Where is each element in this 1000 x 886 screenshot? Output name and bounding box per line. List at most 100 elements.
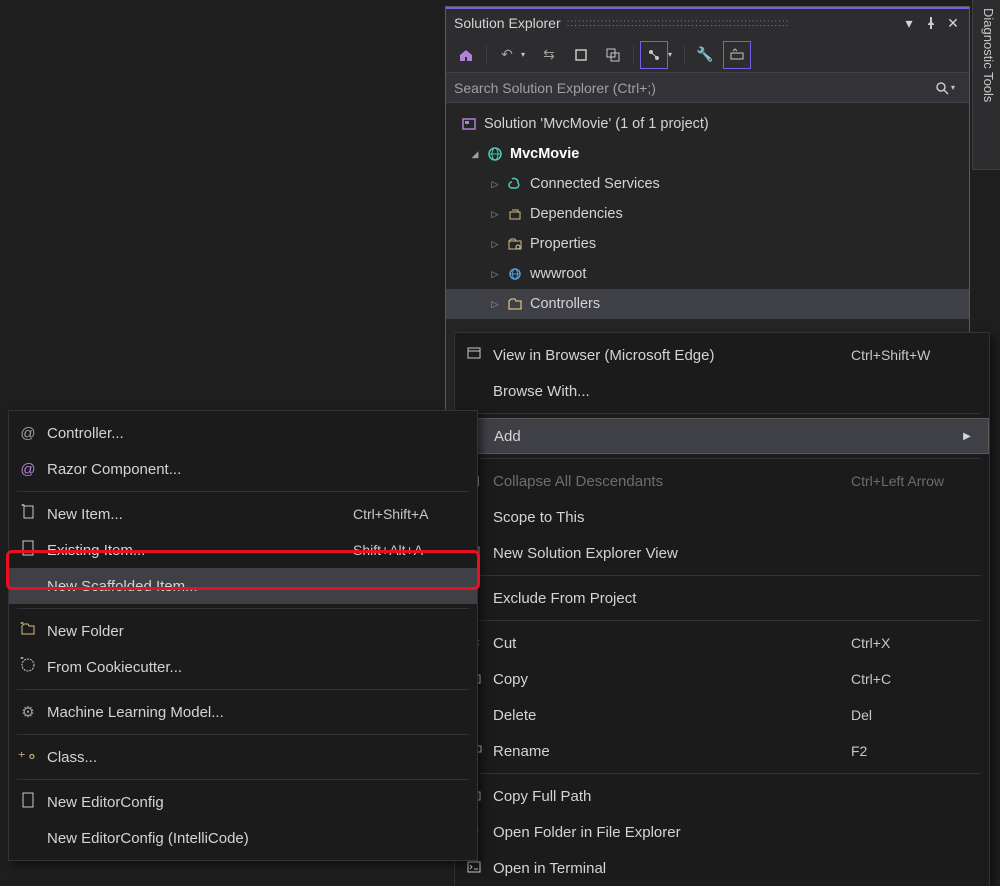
tree-node-row[interactable]: ▷ Connected Services bbox=[446, 169, 969, 199]
menu-item-editorconfig-intellicode[interactable]: New EditorConfig (IntelliCode) bbox=[9, 820, 477, 856]
menu-label: Copy bbox=[493, 671, 851, 688]
menu-separator bbox=[463, 773, 981, 774]
history-icon[interactable]: ↶ bbox=[493, 41, 521, 69]
collapse-all-icon[interactable] bbox=[599, 41, 627, 69]
show-all-icon[interactable] bbox=[640, 41, 668, 69]
panel-titlebar[interactable]: Solution Explorer ::::::::::::::::::::::… bbox=[446, 7, 969, 37]
dropdown-icon[interactable]: ▾ bbox=[901, 15, 917, 31]
expand-icon[interactable]: ◢ bbox=[470, 149, 480, 160]
pin-icon[interactable] bbox=[923, 15, 939, 31]
expand-icon[interactable]: ▷ bbox=[490, 299, 500, 310]
menu-item-cookiecutter[interactable]: From Cookiecutter... bbox=[9, 649, 477, 685]
wwwroot-icon bbox=[506, 265, 524, 283]
connected-services-icon bbox=[506, 175, 524, 193]
tree-project-row[interactable]: ◢ MvcMovie bbox=[446, 139, 969, 169]
browser-icon bbox=[466, 345, 482, 365]
search-box[interactable]: Search Solution Explorer (Ctrl+;) ▾ bbox=[446, 73, 969, 103]
tree-node-row[interactable]: ▷ Dependencies bbox=[446, 199, 969, 229]
tree-solution-row[interactable]: Solution 'MvcMovie' (1 of 1 project) bbox=[446, 109, 969, 139]
menu-separator bbox=[463, 413, 981, 414]
menu-item-rename[interactable]: Rename F2 bbox=[455, 733, 989, 769]
solution-icon bbox=[460, 115, 478, 133]
menu-label: Existing Item... bbox=[47, 542, 353, 559]
menu-item-scope[interactable]: Scope to This bbox=[455, 499, 989, 535]
tree-label: MvcMovie bbox=[510, 146, 579, 162]
panel-toolbar: ↶ ▾ ⇆ ▾ 🔧 bbox=[446, 37, 969, 73]
menu-item-exclude[interactable]: Exclude From Project bbox=[455, 580, 989, 616]
menu-label: Controller... bbox=[47, 425, 353, 442]
menu-shortcut: Del bbox=[851, 707, 961, 723]
home-icon[interactable] bbox=[452, 41, 480, 69]
forward-icon[interactable]: ⇆ bbox=[535, 41, 563, 69]
menu-item-browse-with[interactable]: Browse With... bbox=[455, 373, 989, 409]
menu-shortcut: Ctrl+Left Arrow bbox=[851, 473, 961, 489]
expand-icon[interactable]: ▷ bbox=[490, 209, 500, 220]
menu-shortcut: Ctrl+X bbox=[851, 635, 961, 651]
preview-icon[interactable] bbox=[723, 41, 751, 69]
menu-label: Add bbox=[494, 428, 850, 445]
menu-item-copy-path[interactable]: Copy Full Path bbox=[455, 778, 989, 814]
tree-node-row-controllers[interactable]: ▷ Controllers bbox=[446, 289, 969, 319]
menu-separator bbox=[463, 575, 981, 576]
menu-item-collapse-all: ⊟ Collapse All Descendants Ctrl+Left Arr… bbox=[455, 463, 989, 499]
tree-label: Dependencies bbox=[530, 206, 623, 222]
tree-node-row[interactable]: ▷ wwwroot bbox=[446, 259, 969, 289]
sync-icon[interactable] bbox=[567, 41, 595, 69]
expand-icon[interactable]: ▷ bbox=[490, 269, 500, 280]
razor-icon: @ bbox=[20, 461, 35, 478]
menu-shortcut: Ctrl+Shift+A bbox=[353, 506, 463, 522]
menu-item-open-terminal[interactable]: Open in Terminal bbox=[455, 850, 989, 886]
menu-item-existing-item[interactable]: Existing Item... Shift+Alt+A bbox=[9, 532, 477, 568]
menu-item-new-view[interactable]: New Solution Explorer View bbox=[455, 535, 989, 571]
ml-model-icon: ⚙ bbox=[21, 703, 34, 721]
toolbar-separator bbox=[684, 45, 685, 65]
menu-label: Cut bbox=[493, 635, 851, 652]
menu-item-ml-model[interactable]: ⚙ Machine Learning Model... bbox=[9, 694, 477, 730]
menu-label: New Folder bbox=[47, 623, 353, 640]
menu-item-new-folder[interactable]: New Folder bbox=[9, 613, 477, 649]
properties-icon[interactable]: 🔧 bbox=[691, 41, 719, 69]
class-icon: ⁺⚬ bbox=[18, 748, 39, 766]
menu-item-open-folder[interactable]: ↗ Open Folder in File Explorer bbox=[455, 814, 989, 850]
tree-label: Properties bbox=[530, 236, 596, 252]
history-dropdown-icon[interactable]: ▾ bbox=[521, 50, 531, 59]
menu-label: New Scaffolded Item... bbox=[47, 578, 353, 595]
solution-tree: Solution 'MvcMovie' (1 of 1 project) ◢ M… bbox=[446, 103, 969, 325]
menu-item-cut[interactable]: ✂ Cut Ctrl+X bbox=[455, 625, 989, 661]
editorconfig-icon bbox=[22, 792, 34, 812]
diagnostic-tools-tab[interactable]: Diagnostic Tools bbox=[972, 0, 1000, 170]
menu-label: New Item... bbox=[47, 506, 353, 523]
new-folder-icon bbox=[20, 622, 36, 640]
search-dropdown-icon[interactable]: ▾ bbox=[951, 83, 961, 92]
menu-label: Copy Full Path bbox=[493, 788, 851, 805]
menu-item-view-in-browser[interactable]: View in Browser (Microsoft Edge) Ctrl+Sh… bbox=[455, 337, 989, 373]
menu-item-class[interactable]: ⁺⚬ Class... bbox=[9, 739, 477, 775]
toolbar-separator bbox=[633, 45, 634, 65]
menu-label: View in Browser (Microsoft Edge) bbox=[493, 347, 851, 364]
menu-item-add[interactable]: Add ▶ bbox=[455, 418, 989, 454]
menu-shortcut: Ctrl+C bbox=[851, 671, 961, 687]
menu-item-new-scaffolded[interactable]: New Scaffolded Item... bbox=[9, 568, 477, 604]
expand-icon[interactable]: ▷ bbox=[490, 239, 500, 250]
close-icon[interactable]: ✕ bbox=[945, 15, 961, 31]
menu-separator bbox=[17, 779, 469, 780]
toolbar-separator bbox=[486, 45, 487, 65]
tree-node-row[interactable]: ▷ Properties bbox=[446, 229, 969, 259]
tree-label: Solution 'MvcMovie' (1 of 1 project) bbox=[484, 116, 709, 132]
menu-item-controller[interactable]: @ Controller... bbox=[9, 415, 477, 451]
menu-label: Rename bbox=[493, 743, 851, 760]
menu-label: From Cookiecutter... bbox=[47, 659, 353, 676]
menu-item-new-item[interactable]: New Item... Ctrl+Shift+A bbox=[9, 496, 477, 532]
show-all-dropdown-icon[interactable]: ▾ bbox=[668, 50, 678, 59]
menu-separator bbox=[463, 620, 981, 621]
menu-item-editorconfig[interactable]: New EditorConfig bbox=[9, 784, 477, 820]
menu-item-razor[interactable]: @ Razor Component... bbox=[9, 451, 477, 487]
dependencies-icon bbox=[506, 205, 524, 223]
menu-item-copy[interactable]: Copy Ctrl+C bbox=[455, 661, 989, 697]
menu-item-delete[interactable]: ✕ Delete Del bbox=[455, 697, 989, 733]
expand-icon[interactable]: ▷ bbox=[490, 179, 500, 190]
menu-label: Collapse All Descendants bbox=[493, 473, 851, 490]
menu-shortcut: Shift+Alt+A bbox=[353, 542, 463, 558]
existing-item-icon bbox=[22, 540, 34, 560]
menu-shortcut: Ctrl+Shift+W bbox=[851, 347, 961, 363]
